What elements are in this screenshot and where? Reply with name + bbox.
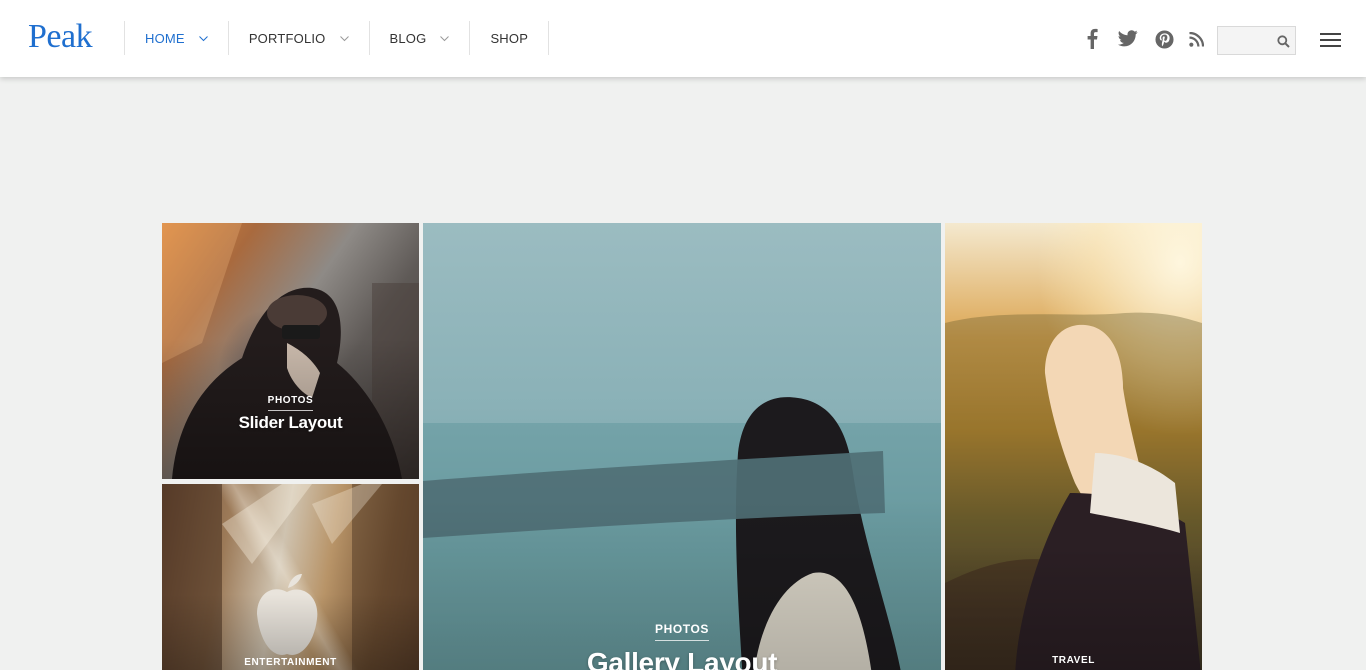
post-title[interactable]: Slider Layout [162, 413, 419, 433]
search-input[interactable] [1218, 27, 1274, 54]
post-tile-slider-layout[interactable]: PHOTOS Slider Layout [162, 223, 419, 479]
chevron-down-icon [440, 34, 450, 43]
post-tile-entertainment[interactable]: ENTERTAINMENT [162, 484, 419, 670]
pinterest-icon[interactable] [1155, 30, 1174, 49]
site-logo[interactable]: Peak [28, 17, 93, 57]
facebook-icon[interactable] [1086, 28, 1098, 49]
nav-item-shop[interactable]: SHOP [469, 21, 550, 55]
post-category[interactable]: PHOTOS [423, 622, 941, 641]
nav-item-blog[interactable]: BLOG [368, 21, 470, 55]
chevron-down-icon [339, 34, 349, 43]
post-title[interactable]: Gallery Layout [423, 647, 941, 670]
post-tile-gallery-layout[interactable]: PHOTOS Gallery Layout [423, 223, 941, 670]
image-overlay [945, 223, 1202, 670]
nav-item-label: HOME [145, 30, 185, 46]
post-category[interactable]: ENTERTAINMENT [162, 657, 419, 670]
chevron-down-icon [198, 34, 208, 43]
post-tile-travel[interactable]: TRAVEL [945, 223, 1202, 670]
nav-item-portfolio[interactable]: PORTFOLIO [227, 21, 369, 55]
search-icon[interactable] [1277, 35, 1290, 53]
rss-icon[interactable] [1189, 32, 1204, 47]
image-overlay [162, 484, 419, 670]
image-overlay [423, 223, 941, 670]
nav-item-label: SHOP [490, 30, 529, 46]
post-category[interactable]: PHOTOS [162, 395, 419, 411]
nav-item-label: BLOG [389, 30, 427, 46]
menu-hamburger-icon[interactable] [1320, 31, 1342, 49]
main-nav: HOME PORTFOLIO BLOG SHOP [124, 21, 550, 55]
search-box [1217, 26, 1296, 55]
site-header: Peak HOME PORTFOLIO BLOG SHOP [0, 0, 1366, 77]
image-overlay [162, 223, 419, 479]
nav-item-label: PORTFOLIO [248, 30, 326, 46]
post-category[interactable]: TRAVEL [945, 655, 1202, 670]
nav-item-home[interactable]: HOME [124, 21, 228, 55]
twitter-icon[interactable] [1118, 30, 1138, 47]
